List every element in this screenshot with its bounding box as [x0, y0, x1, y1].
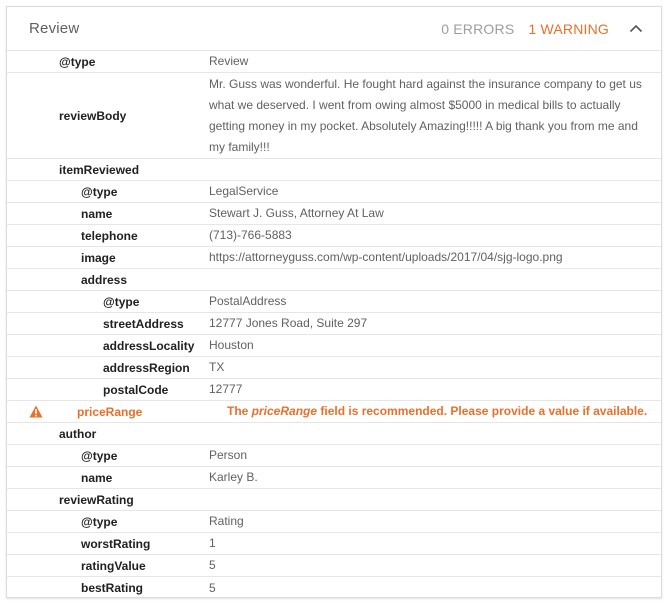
- property-value: PostalAddress: [209, 294, 287, 308]
- property-key: telephone: [81, 228, 138, 243]
- property-key: bestRating: [81, 581, 144, 595]
- property-value: 1: [209, 536, 216, 550]
- property-value: 12777 Jones Road, Suite 297: [209, 316, 368, 330]
- property-key: address: [81, 272, 128, 287]
- property-row: @type LegalService: [7, 181, 661, 203]
- warning-message: The priceRange field is recommended. Ple…: [227, 401, 661, 422]
- property-row: address: [7, 269, 661, 291]
- property-row: @type Person: [7, 445, 661, 467]
- property-value: 12777: [209, 382, 243, 396]
- property-value: Mr. Guss was wonderful. He fought hard a…: [209, 76, 642, 154]
- property-key: addressRegion: [103, 360, 190, 375]
- property-key: reviewRating: [59, 492, 134, 507]
- property-key: ratingValue: [81, 558, 146, 573]
- property-row: @type PostalAddress: [7, 291, 661, 313]
- property-value: 5: [209, 580, 216, 595]
- property-key: @type: [81, 514, 118, 529]
- property-value: Rating: [209, 514, 244, 528]
- property-value: (713)-766-5883: [209, 228, 292, 242]
- card-header[interactable]: Review 0 ERRORS 1 WARNING: [7, 7, 661, 51]
- property-row: name Stewart J. Guss, Attorney At Law: [7, 203, 661, 225]
- property-table: @type Review reviewBody Mr. Guss was won…: [7, 51, 661, 597]
- property-row: postalCode 12777: [7, 379, 661, 401]
- warnings-count: 1 WARNING: [528, 20, 609, 37]
- property-row: reviewBody Mr. Guss was wonderful. He fo…: [7, 73, 661, 159]
- warning-triangle-icon: [7, 401, 47, 422]
- property-row: ratingValue 5: [7, 555, 661, 577]
- property-row: @type Rating: [7, 511, 661, 533]
- property-key: name: [81, 470, 113, 485]
- chevron-up-icon[interactable]: [625, 18, 647, 40]
- errors-count: 0 ERRORS: [441, 20, 515, 37]
- property-row: worstRating 1: [7, 533, 661, 555]
- property-value: 5: [209, 558, 216, 572]
- property-value: TX: [209, 360, 225, 374]
- property-key: itemReviewed: [59, 162, 140, 177]
- property-value: Review: [209, 54, 249, 68]
- property-key: worstRating: [81, 536, 151, 551]
- property-value: Person: [209, 448, 248, 462]
- property-value: Karley B.: [209, 470, 258, 484]
- property-key: addressLocality: [103, 338, 195, 353]
- property-key: @type: [81, 448, 118, 463]
- warning-field-name: priceRange: [251, 404, 318, 418]
- item-type-title: Review: [29, 20, 80, 37]
- property-key: author: [59, 426, 97, 441]
- property-row: streetAddress 12777 Jones Road, Suite 29…: [7, 313, 661, 335]
- property-row: itemReviewed: [7, 159, 661, 181]
- property-value: LegalService: [209, 184, 279, 198]
- property-row: telephone (713)-766-5883: [7, 225, 661, 247]
- property-row: reviewRating: [7, 489, 661, 511]
- property-row: name Karley B.: [7, 467, 661, 489]
- warning-row[interactable]: priceRange The priceRange field is recom…: [7, 401, 661, 423]
- property-key: priceRange: [77, 404, 143, 419]
- property-row: addressLocality Houston: [7, 335, 661, 357]
- property-key: reviewBody: [59, 108, 127, 123]
- warning-text: The: [227, 404, 252, 418]
- property-row: bestRating 5: [7, 577, 661, 597]
- property-key: @type: [81, 184, 118, 199]
- property-value: Stewart J. Guss, Attorney At Law: [209, 206, 384, 220]
- property-key: postalCode: [103, 382, 169, 397]
- warning-text: field is recommended. Please provide a v…: [317, 404, 648, 418]
- property-key: name: [81, 206, 113, 221]
- property-row: author: [7, 423, 661, 445]
- property-key: @type: [59, 54, 96, 69]
- property-row: image https://attorneyguss.com/wp-conten…: [7, 247, 661, 269]
- property-key: image: [81, 250, 116, 265]
- property-value: https://attorneyguss.com/wp-content/uplo…: [209, 250, 563, 264]
- property-value: Houston: [209, 338, 254, 352]
- property-row: addressRegion TX: [7, 357, 661, 379]
- property-key: streetAddress: [103, 316, 184, 331]
- property-row: @type Review: [7, 51, 661, 73]
- property-key: @type: [103, 294, 140, 309]
- structured-data-card: Review 0 ERRORS 1 WARNING @type Review r…: [6, 6, 662, 598]
